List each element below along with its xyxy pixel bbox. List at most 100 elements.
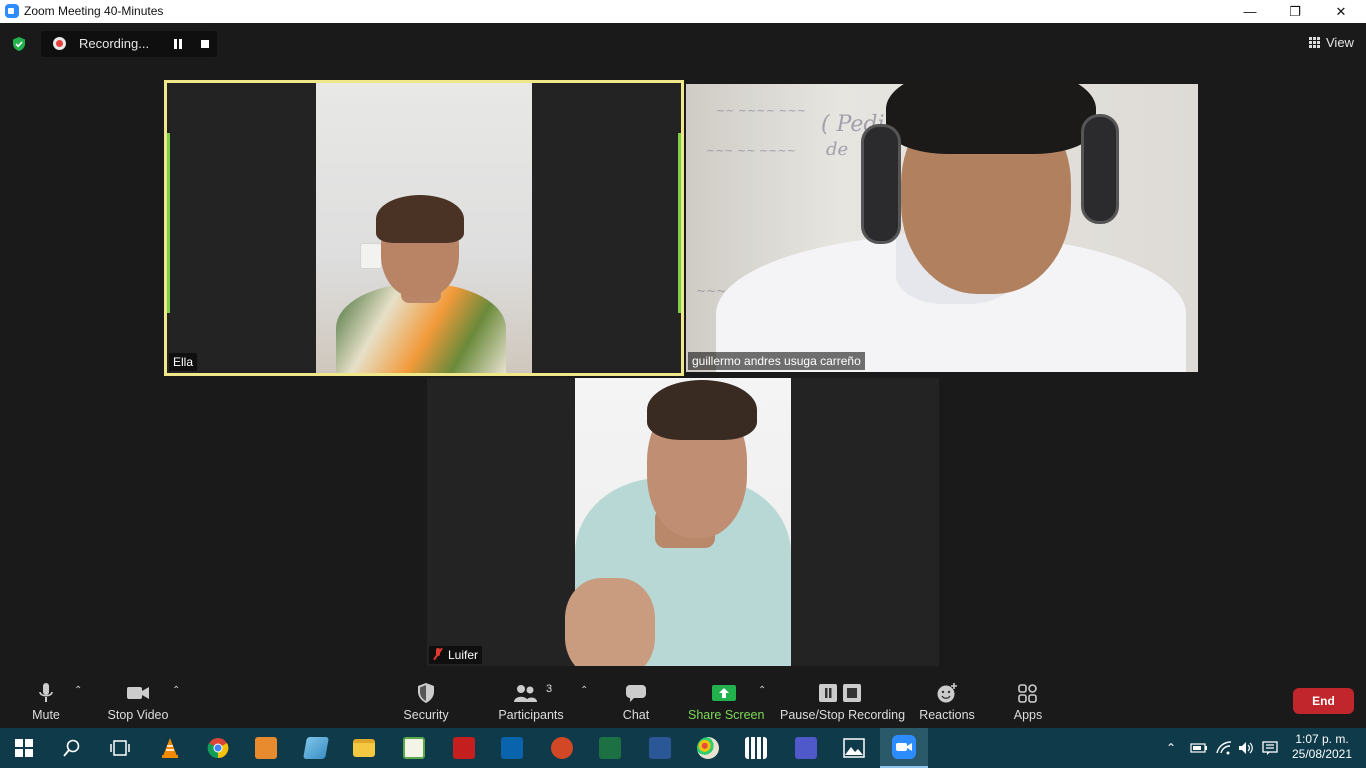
restore-button[interactable]: ❐ xyxy=(1272,0,1318,23)
excel-icon xyxy=(599,737,621,759)
taskbar-photos[interactable] xyxy=(830,728,878,768)
search-button[interactable] xyxy=(48,728,96,768)
share-screen-icon xyxy=(712,685,736,701)
teams-icon xyxy=(795,737,817,759)
whiteboard-writing: de xyxy=(826,139,849,160)
task-view-button[interactable] xyxy=(96,728,144,768)
taskbar-excel[interactable] xyxy=(586,728,634,768)
view-label: View xyxy=(1326,35,1354,50)
shield-icon xyxy=(418,683,434,703)
taskbar-pictures[interactable] xyxy=(390,728,438,768)
apps-icon xyxy=(1018,684,1037,703)
windows-taskbar: ⌃ 1:07 p. m. 25/08/2021 xyxy=(0,728,1366,768)
picture-icon xyxy=(403,737,425,759)
window-title: Zoom Meeting 40-Minutes xyxy=(24,4,164,18)
participants-label: Participants xyxy=(498,708,564,722)
security-button[interactable]: Security xyxy=(400,677,452,728)
taskbar-teams[interactable] xyxy=(782,728,830,768)
reactions-button[interactable]: Reactions xyxy=(918,677,976,728)
video-tile-luifer[interactable]: Luifer xyxy=(427,378,939,666)
media-player-icon xyxy=(255,737,277,759)
taskbar-outlook[interactable] xyxy=(488,728,536,768)
taskbar-media-player[interactable] xyxy=(242,728,290,768)
share-options-chevron-up-icon[interactable]: ⌃ xyxy=(758,685,766,696)
participants-button[interactable]: 3 Participants xyxy=(498,677,564,728)
audio-options-chevron-up-icon[interactable]: ⌃ xyxy=(74,685,82,696)
pause-stop-recording-button[interactable]: Pause/Stop Recording xyxy=(780,677,905,728)
view-button[interactable]: View xyxy=(1302,34,1362,52)
chat-label: Chat xyxy=(622,708,650,722)
taskbar-notepad[interactable] xyxy=(292,728,340,768)
powerpoint-icon xyxy=(551,737,573,759)
pause-recording-icon[interactable] xyxy=(173,39,183,49)
taskbar-zoom[interactable] xyxy=(880,728,928,768)
chat-bubble-icon xyxy=(626,685,646,702)
meeting-controls-bar: Mute ⌃ Stop Video ⌃ Security 3 Participa… xyxy=(0,677,1366,728)
mute-button[interactable]: Mute xyxy=(22,677,70,728)
participant-arm xyxy=(565,578,655,666)
participants-options-chevron-up-icon[interactable]: ⌃ xyxy=(580,685,588,696)
security-label: Security xyxy=(403,708,449,722)
photos-icon xyxy=(843,738,865,758)
battery-icon[interactable] xyxy=(1190,728,1208,768)
recording-indicator: Recording... xyxy=(41,31,217,57)
taskbar-vlc[interactable] xyxy=(146,728,194,768)
video-feed xyxy=(316,83,532,373)
meeting-area: Recording... View Ella ( Pedi de ~~ ~~~~… xyxy=(0,23,1366,677)
taskbar-paint[interactable] xyxy=(684,728,732,768)
video-options-chevron-up-icon[interactable]: ⌃ xyxy=(172,685,180,696)
share-screen-button[interactable]: Share Screen xyxy=(688,677,765,728)
recording-dot-icon xyxy=(53,37,66,50)
participants-count: 3 xyxy=(546,683,553,695)
encryption-shield-icon[interactable] xyxy=(11,36,27,52)
taskbar-acrobat[interactable] xyxy=(440,728,488,768)
participant-name: guillermo andres usuga carreño xyxy=(688,352,865,370)
word-icon xyxy=(649,737,671,759)
chat-button[interactable]: Chat xyxy=(612,677,660,728)
taskbar-powerpoint[interactable] xyxy=(538,728,586,768)
taskbar-word[interactable] xyxy=(636,728,684,768)
reactions-label: Reactions xyxy=(919,708,975,722)
window-titlebar: Zoom Meeting 40-Minutes — ❐ ✕ xyxy=(0,0,1366,23)
folder-icon xyxy=(353,739,375,757)
task-view-icon xyxy=(110,740,130,756)
system-clock[interactable]: 1:07 p. m. 25/08/2021 xyxy=(1290,732,1354,762)
notepad-icon xyxy=(303,737,329,759)
video-feed xyxy=(565,378,791,666)
taskbar-chrome[interactable] xyxy=(194,728,242,768)
search-icon xyxy=(63,739,80,757)
show-hidden-icons-chevron-icon[interactable]: ⌃ xyxy=(1166,728,1176,768)
grid-view-icon xyxy=(1309,37,1320,48)
minimize-button[interactable]: — xyxy=(1227,0,1273,23)
stop-recording-icon[interactable] xyxy=(201,40,209,48)
outlook-icon xyxy=(501,737,523,759)
stop-video-button[interactable]: Stop Video xyxy=(104,677,172,728)
participant-hair xyxy=(376,195,464,243)
wifi-icon[interactable] xyxy=(1216,728,1232,768)
action-center-icon[interactable] xyxy=(1262,728,1278,768)
volume-icon[interactable] xyxy=(1238,728,1256,768)
participant-hair xyxy=(647,380,757,440)
close-button[interactable]: ✕ xyxy=(1318,0,1364,23)
apps-button[interactable]: Apps xyxy=(1006,677,1050,728)
zoom-app-icon xyxy=(5,4,19,18)
acrobat-icon xyxy=(453,737,475,759)
video-tile-guillermo[interactable]: ( Pedi de ~~ ~~~~ ~~~ ~~~ ~~ ~~~~ ~~~~~ … xyxy=(686,84,1198,372)
share-screen-label: Share Screen xyxy=(688,708,765,722)
paint-palette-icon xyxy=(697,737,719,759)
video-tile-ella[interactable]: Ella xyxy=(164,80,684,376)
end-meeting-button[interactable]: End xyxy=(1293,688,1354,714)
vlc-icon xyxy=(162,738,178,758)
recording-label: Recording... xyxy=(79,36,150,51)
chrome-icon xyxy=(207,738,229,759)
pause-stop-icon xyxy=(819,684,861,702)
start-button[interactable] xyxy=(0,728,48,768)
mic-muted-icon xyxy=(433,648,443,660)
participant-hair xyxy=(886,84,1096,154)
taskbar-file-explorer[interactable] xyxy=(340,728,388,768)
taskbar-calculator[interactable] xyxy=(732,728,780,768)
calculator-icon xyxy=(745,737,767,759)
windows-logo-icon xyxy=(15,739,33,757)
participant-name: Ella xyxy=(169,353,198,371)
headphone-left xyxy=(861,124,901,244)
